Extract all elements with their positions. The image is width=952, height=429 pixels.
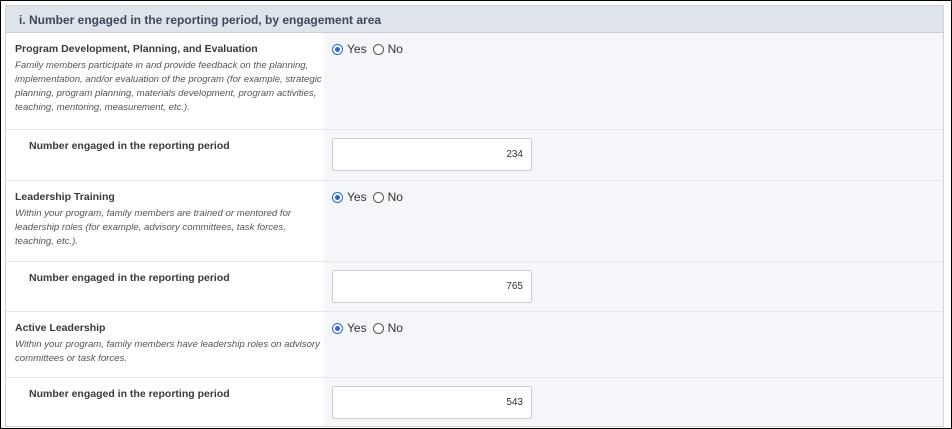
area-answer-cell: Yes No [324, 181, 943, 261]
no-label: No [387, 190, 403, 204]
number-label-cell: Number engaged in the reporting period [6, 378, 324, 426]
area-description: Family members participate in and provid… [15, 60, 322, 113]
area-answer-cell: Yes No [324, 33, 943, 129]
yes-radio[interactable] [332, 43, 343, 55]
number-input-cell [324, 262, 943, 311]
area-title: Active Leadership [15, 322, 106, 334]
engagement-panel: i. Number engaged in the reporting perio… [5, 5, 944, 427]
number-row-active-leadership: Number engaged in the reporting period [6, 378, 943, 426]
number-row-leadership-training: Number engaged in the reporting period [6, 262, 943, 312]
area-description: Within your program, family members are … [15, 208, 292, 247]
number-label-cell: Number engaged in the reporting period [6, 130, 324, 180]
number-input-cell [324, 378, 943, 426]
number-label: Number engaged in the reporting period [29, 388, 230, 400]
yes-label: Yes [347, 190, 367, 204]
yes-option[interactable]: Yes [332, 321, 367, 335]
yes-label: Yes [347, 42, 367, 56]
number-label: Number engaged in the reporting period [29, 140, 230, 152]
yes-label: Yes [347, 321, 367, 335]
area-title: Program Development, Planning, and Evalu… [15, 43, 258, 55]
number-input-cell [324, 130, 943, 180]
yes-option[interactable]: Yes [332, 190, 367, 204]
number-label: Number engaged in the reporting period [29, 272, 230, 284]
number-engaged-input[interactable] [332, 270, 532, 303]
area-answer-cell: Yes No [324, 312, 943, 377]
yes-radio[interactable] [332, 191, 343, 203]
no-label: No [387, 321, 403, 335]
number-row-program-development: Number engaged in the reporting period [6, 130, 943, 181]
area-label-cell: Active Leadership Within your program, f… [6, 312, 324, 377]
section-header: i. Number engaged in the reporting perio… [6, 6, 943, 33]
screenshot-frame: i. Number engaged in the reporting perio… [0, 0, 952, 429]
no-radio[interactable] [372, 191, 384, 203]
yes-option[interactable]: Yes [332, 42, 367, 56]
number-engaged-input[interactable] [332, 386, 532, 419]
area-row-leadership-training: Leadership Training Within your program,… [6, 181, 943, 262]
area-description: Within your program, family members have… [15, 339, 320, 364]
yes-no-radio-group: Yes No [332, 190, 409, 204]
number-engaged-input[interactable] [332, 138, 532, 171]
number-label-cell: Number engaged in the reporting period [6, 262, 324, 311]
no-label: No [387, 42, 403, 56]
area-label-cell: Program Development, Planning, and Evalu… [6, 33, 324, 129]
area-label-cell: Leadership Training Within your program,… [6, 181, 324, 261]
no-radio[interactable] [372, 43, 384, 55]
no-option[interactable]: No [372, 42, 403, 56]
no-radio[interactable] [372, 322, 384, 334]
yes-no-radio-group: Yes No [332, 321, 409, 335]
area-row-program-development: Program Development, Planning, and Evalu… [6, 33, 943, 130]
area-title: Leadership Training [15, 191, 115, 203]
yes-no-radio-group: Yes No [332, 42, 409, 56]
no-option[interactable]: No [372, 321, 403, 335]
yes-radio[interactable] [332, 322, 343, 334]
area-row-active-leadership: Active Leadership Within your program, f… [6, 312, 943, 378]
no-option[interactable]: No [372, 190, 403, 204]
